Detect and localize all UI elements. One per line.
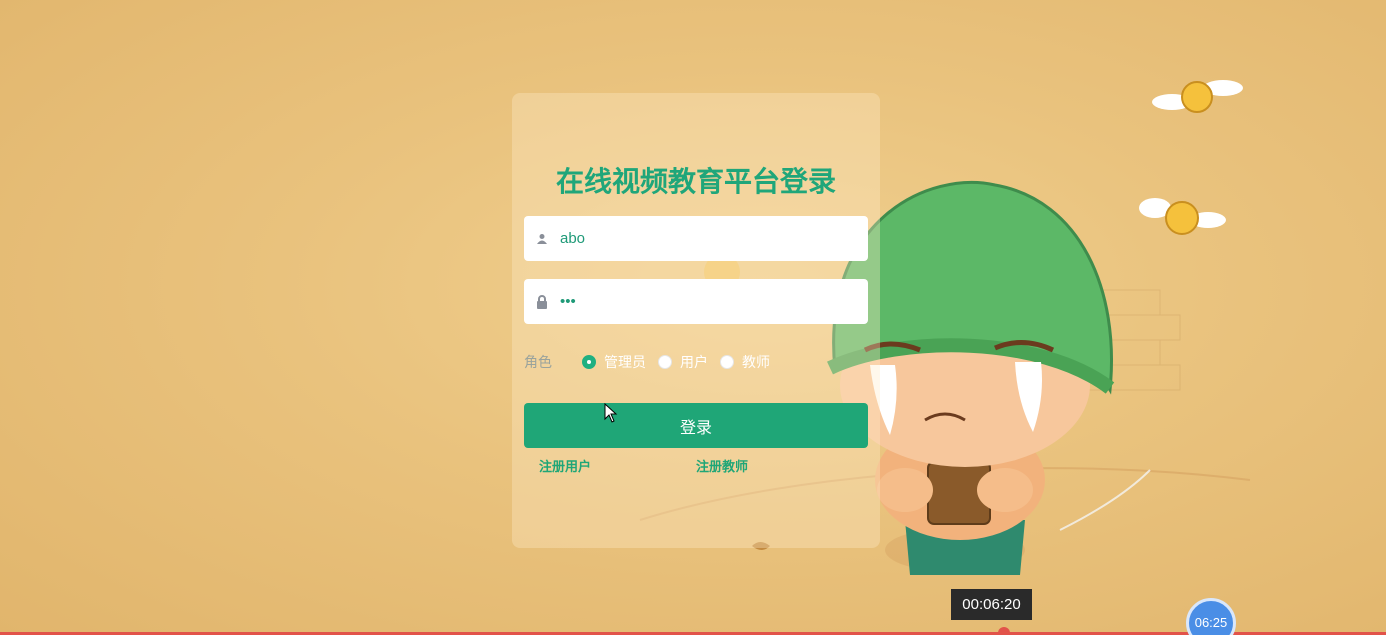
playback-timestamp: 00:06:20 (951, 589, 1032, 620)
login-title-wrap: 在线视频教育平台登录 (512, 160, 880, 200)
password-input[interactable]: ••• (560, 293, 576, 310)
radio-dot[interactable] (720, 355, 734, 369)
register-teacher-link[interactable]: 注册教师 (696, 456, 748, 475)
username-field[interactable]: abo (524, 216, 868, 261)
user-icon (534, 231, 550, 247)
login-title: 在线视频教育平台登录 (555, 165, 836, 198)
role-radio-user[interactable]: 用户 (658, 352, 708, 372)
register-user-link[interactable]: 注册用户 (539, 456, 591, 475)
flying-coin-2 (1139, 198, 1226, 235)
role-option-label: 用户 (680, 355, 708, 371)
role-label: 角色 (524, 355, 552, 371)
role-option-label: 管理员 (604, 355, 646, 371)
radio-dot[interactable] (582, 355, 596, 369)
flying-coin-1 (1152, 80, 1243, 113)
role-option-label: 教师 (742, 355, 770, 371)
lock-icon (534, 294, 550, 310)
role-selector: 角色 管理员 用户 教师 (524, 352, 782, 372)
mouse-cursor-icon (604, 403, 618, 423)
radio-dot[interactable] (658, 355, 672, 369)
username-input[interactable]: abo (560, 230, 585, 247)
role-radio-teacher[interactable]: 教师 (720, 352, 770, 372)
role-radio-admin[interactable]: 管理员 (582, 352, 646, 372)
login-button[interactable]: 登录 (524, 403, 868, 448)
password-field[interactable]: ••• (524, 279, 868, 324)
progress-knob[interactable] (998, 627, 1010, 635)
